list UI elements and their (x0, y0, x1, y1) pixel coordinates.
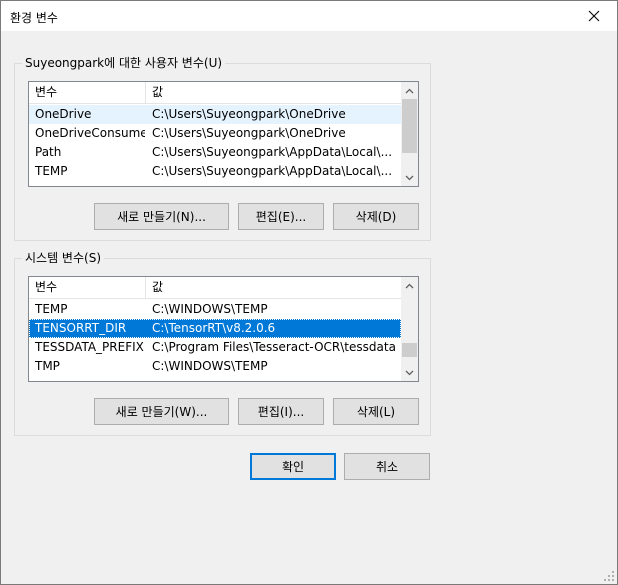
user-new-button[interactable]: 새로 만들기(N)... (94, 203, 229, 230)
system-variables-list[interactable]: 변수 값 TEMP C:\WINDOWS\TEMP TENSORRT_DIR C:\T… (28, 276, 419, 382)
list-row[interactable]: OneDrive C:\Users\Suyeongpark\OneDrive (29, 105, 401, 124)
chevron-up-icon (405, 88, 414, 93)
variable-name-cell: TEMP (35, 164, 68, 178)
system-variables-group: 시스템 변수(S) 변수 값 TEMP C:\WINDOWS\TEMP TENSOR… (14, 251, 431, 436)
system-list-scrollbar[interactable] (401, 277, 418, 381)
user-edit-button[interactable]: 편집(E)... (238, 203, 324, 230)
ok-button[interactable]: 확인 (250, 453, 336, 480)
variable-name-cell: Path (35, 145, 62, 159)
list-row[interactable]: TENSORRT_DIR C:\TensorRT\v8.2.0.6 (29, 319, 401, 338)
scroll-up-button[interactable] (401, 82, 418, 99)
variable-value-cell: C:\Users\Suyeongpark\OneDrive (152, 126, 346, 140)
title-bar: 환경 변수 (1, 1, 617, 31)
column-header-value[interactable]: 값 (146, 82, 401, 104)
scroll-thumb[interactable] (402, 99, 417, 153)
variable-value-cell: C:\WINDOWS\TEMP (152, 359, 268, 373)
list-row[interactable]: TESSDATA_PREFIX C:\Program Files\Tesserac… (29, 338, 401, 357)
list-row[interactable]: TEMP C:\Users\Suyeongpark\AppData\Local\.… (29, 162, 401, 181)
variable-name-cell: OneDriveConsumer (35, 126, 145, 140)
system-edit-button[interactable]: 편집(I)... (238, 398, 324, 425)
variable-value-cell: C:\Program Files\Tesseract-OCR\tessdata (152, 340, 396, 354)
system-new-button[interactable]: 새로 만들기(W)... (94, 398, 229, 425)
column-header-value[interactable]: 값 (146, 277, 401, 299)
user-list-scrollbar[interactable] (401, 82, 418, 186)
variable-value-cell: C:\Users\Suyeongpark\AppData\Local\... (152, 164, 393, 178)
variable-value-cell: C:\Users\Suyeongpark\AppData\Local\... (152, 145, 393, 159)
cancel-button[interactable]: 취소 (344, 453, 430, 480)
close-icon (588, 10, 600, 22)
chevron-down-icon (405, 175, 414, 180)
user-variables-list[interactable]: 변수 값 OneDrive C:\Users\Suyeongpark\OneDri… (28, 81, 419, 187)
close-button[interactable] (571, 1, 617, 31)
chevron-up-icon (405, 283, 414, 288)
list-row[interactable]: Path C:\Users\Suyeongpark\AppData\Local\.… (29, 143, 401, 162)
list-row[interactable]: OneDriveConsumer C:\Users\Suyeongpark\One… (29, 124, 401, 143)
variable-value-cell: C:\Users\Suyeongpark\OneDrive (152, 107, 346, 121)
variable-value-cell: C:\TensorRT\v8.2.0.6 (152, 321, 276, 335)
user-delete-button[interactable]: 삭제(D) (333, 203, 419, 230)
variable-name-cell: TEMP (35, 302, 68, 316)
variable-name-cell: TENSORRT_DIR (35, 321, 127, 335)
scroll-down-button[interactable] (401, 169, 418, 186)
scroll-thumb[interactable] (402, 343, 417, 357)
user-variables-group: Suyeongpark에 대한 사용자 변수(U) 변수 값 OneDrive C… (14, 56, 431, 241)
variable-name-cell: TESSDATA_PREFIX (35, 340, 144, 354)
column-header-variable[interactable]: 변수 (29, 82, 145, 104)
resize-grip-icon[interactable] (603, 570, 615, 582)
user-variables-label: Suyeongpark에 대한 사용자 변수(U) (22, 56, 226, 70)
system-delete-button[interactable]: 삭제(L) (333, 398, 419, 425)
scroll-up-button[interactable] (401, 277, 418, 294)
list-header: 변수 값 (29, 277, 401, 299)
list-header: 변수 값 (29, 82, 401, 104)
list-row[interactable]: TEMP C:\WINDOWS\TEMP (29, 300, 401, 319)
variable-name-cell: TMP (35, 359, 60, 373)
column-header-variable[interactable]: 변수 (29, 277, 145, 299)
system-variables-label: 시스템 변수(S) (22, 251, 104, 265)
scroll-down-button[interactable] (401, 364, 418, 381)
variable-value-cell: C:\WINDOWS\TEMP (152, 302, 268, 316)
variable-name-cell: OneDrive (35, 107, 92, 121)
chevron-down-icon (405, 370, 414, 375)
list-row[interactable]: TMP C:\WINDOWS\TEMP (29, 357, 401, 376)
environment-variables-dialog: 환경 변수 Suyeongpark에 대한 사용자 변수(U) 변수 값 One… (0, 0, 618, 585)
window-title: 환경 변수 (10, 11, 58, 25)
